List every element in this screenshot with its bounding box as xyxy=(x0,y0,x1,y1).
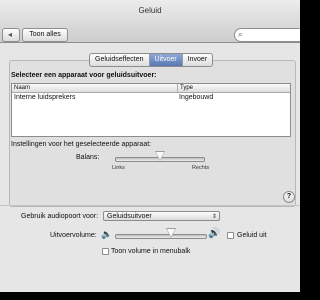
select-arrows-icon: ⇕ xyxy=(211,214,217,220)
output-heading: Selecteer een apparaat voor geluidsuitvo… xyxy=(11,72,157,79)
tab-sound-effects[interactable]: Geluidseffecten xyxy=(90,54,150,66)
title-bar: Geluid ◂ Toon alles ⌕ xyxy=(0,0,300,43)
volume-slider-thumb[interactable] xyxy=(166,228,176,238)
search-field[interactable]: ⌕ xyxy=(234,28,300,42)
show-volume-menubar-checkbox[interactable] xyxy=(102,248,109,255)
device-name: Interne luidsprekers xyxy=(14,94,76,101)
speaker-low-icon: 🔈 xyxy=(101,229,113,239)
back-button[interactable]: ◂ xyxy=(2,28,20,42)
column-header-name[interactable]: Naam xyxy=(14,84,30,92)
output-volume-label: Uitvoervolume: xyxy=(50,232,97,239)
search-icon: ⌕ xyxy=(238,30,243,39)
tab-input[interactable]: Invoer xyxy=(183,54,212,66)
back-icon: ◂ xyxy=(8,30,13,39)
volume-slider-track[interactable] xyxy=(115,234,207,239)
device-table: Naam Type Interne luidsprekers Ingebouwd xyxy=(11,83,291,137)
table-row[interactable]: Interne luidsprekers Ingebouwd xyxy=(12,93,290,102)
balance-slider-thumb[interactable] xyxy=(155,151,165,161)
window-title: Geluid xyxy=(138,6,162,15)
audio-port-label: Gebruik audiopoort voor: xyxy=(21,213,99,220)
balance-left-label: Links xyxy=(112,165,125,171)
balance-label: Balans: xyxy=(76,154,100,161)
divider xyxy=(0,205,300,206)
tab-bar: Geluidseffecten Uitvoer Invoer xyxy=(89,53,214,67)
mute-checkbox[interactable] xyxy=(227,232,234,239)
table-header: Naam Type xyxy=(12,84,290,93)
balance-right-label: Rechts xyxy=(192,165,210,171)
mute-label: Geluid uit xyxy=(237,232,267,239)
show-volume-menubar-label: Toon volume in menubalk xyxy=(111,248,191,255)
tab-output[interactable]: Uitvoer xyxy=(149,54,183,66)
help-button[interactable]: ? xyxy=(283,191,295,203)
speaker-high-icon: 🔊 xyxy=(208,228,221,239)
device-type: Ingebouwd xyxy=(179,94,214,101)
audio-port-value: Geluidsuitvoer xyxy=(107,213,152,220)
show-all-button[interactable]: Toon alles xyxy=(22,28,68,42)
column-header-type[interactable]: Type xyxy=(177,84,193,92)
device-settings-label: Instellingen voor het geselecteerde appa… xyxy=(11,141,152,148)
preferences-window: Geluid ◂ Toon alles ⌕ Geluidseffecten Ui… xyxy=(0,0,300,292)
audio-port-select[interactable]: Geluidsuitvoer ⇕ xyxy=(103,211,220,221)
